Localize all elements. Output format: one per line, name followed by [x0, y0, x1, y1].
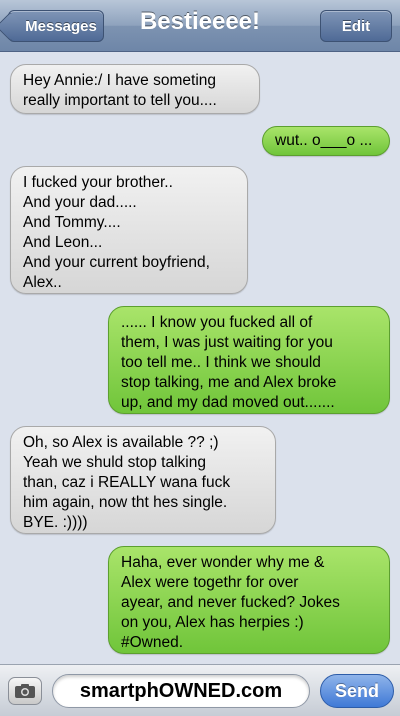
- composer-bar: smartphOWNED.com Send: [0, 664, 400, 716]
- message-input[interactable]: smartphOWNED.com: [52, 674, 310, 708]
- message-bubble-sent: ...... I know you fucked all of them, I …: [108, 306, 390, 414]
- message-bubble-sent: Haha, ever wonder why me & Alex were tog…: [108, 546, 390, 654]
- message-bubble-received: I fucked your brother.. And your dad....…: [10, 166, 248, 294]
- message-bubble-received: Oh, so Alex is available ?? ;) Yeah we s…: [10, 426, 276, 534]
- navigation-bar: Messages Bestieeee! Edit: [0, 0, 400, 52]
- camera-icon: [15, 684, 35, 698]
- message-bubble-sent: wut.. o___o ...: [262, 126, 390, 156]
- send-button[interactable]: Send: [320, 674, 394, 708]
- edit-button[interactable]: Edit: [320, 10, 392, 42]
- message-bubble-received: Hey Annie:/ I have someting really impor…: [10, 64, 260, 114]
- camera-button[interactable]: [8, 677, 42, 705]
